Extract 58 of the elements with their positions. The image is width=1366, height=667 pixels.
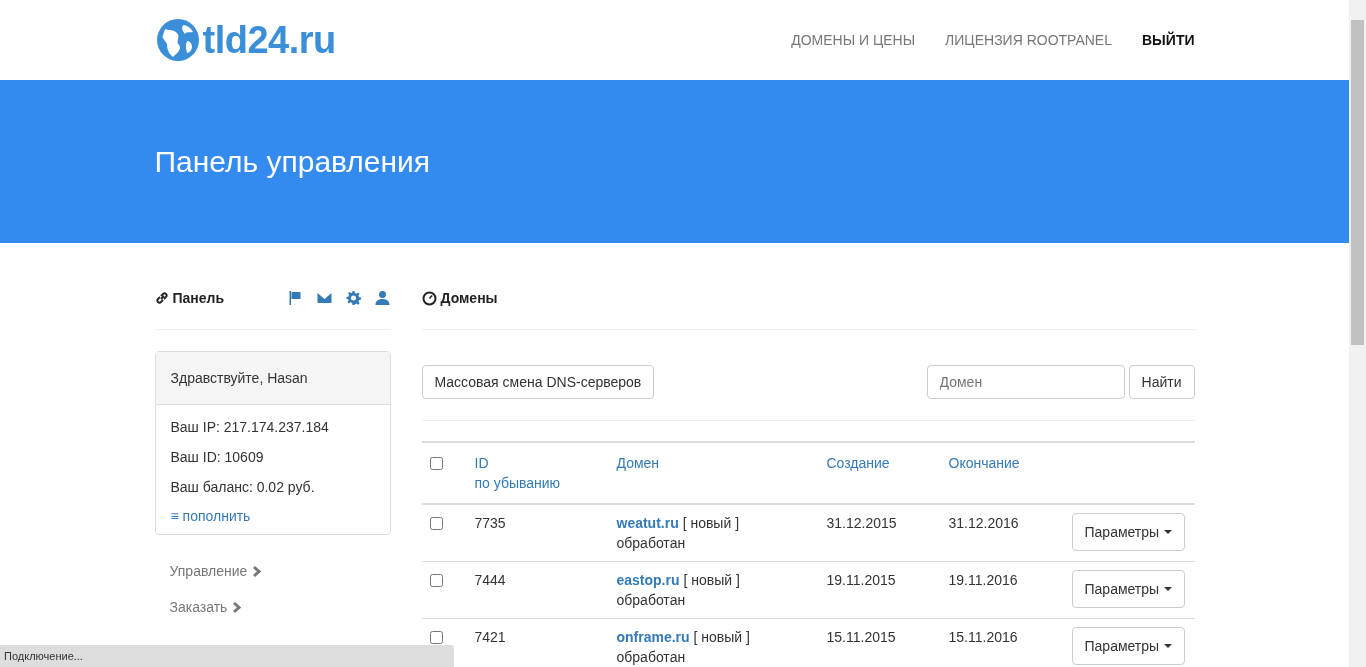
section-title: Панель — [172, 290, 225, 306]
caret-down-icon — [1164, 530, 1173, 534]
chevron-right-icon — [253, 564, 263, 578]
column-header[interactable]: Создание — [826, 455, 890, 471]
column-header[interactable]: ID — [474, 455, 489, 471]
parameters-dropdown-button[interactable]: Параметры — [1071, 570, 1186, 608]
status-tag: [ новый ] — [683, 572, 740, 588]
sort-label[interactable]: по убыванию — [474, 475, 561, 491]
search-button[interactable]: Найти — [1128, 365, 1195, 399]
sidebar-menu-item[interactable]: Заказать — [169, 599, 376, 615]
site-logo[interactable]: tld24.ru — [202, 18, 336, 62]
table-cell: 31.12.2016 — [948, 515, 1019, 531]
parameters-dropdown-button[interactable]: Параметры — [1071, 627, 1186, 665]
user-icon[interactable] — [373, 290, 391, 306]
table-cell: 7421 — [474, 629, 506, 645]
status-text: обработан — [616, 592, 686, 608]
account-info-text: Ваш ID: 10609 — [170, 448, 265, 466]
status-tag: [ новый ] — [693, 629, 750, 645]
nav-link[interactable]: ЛИЦЕНЗИЯ ROOTPANEL — [945, 32, 1112, 48]
domain-search-field[interactable]: Домен — [926, 365, 1125, 399]
nav-link[interactable]: ДОМЕНЫ И ЦЕНЫ — [791, 32, 916, 48]
status-tag: [ новый ] — [682, 515, 740, 531]
chevron-right-icon — [233, 600, 243, 614]
top-up-link[interactable]: ≡ пополнить — [170, 508, 375, 524]
nav-link[interactable]: ВЫЙТИ — [1142, 32, 1195, 48]
link-icon — [154, 291, 169, 305]
table-cell: 15.11.2015 — [826, 629, 896, 645]
row-checkbox[interactable] — [429, 631, 443, 644]
table-cell: 19.11.2016 — [948, 572, 1018, 588]
column-header[interactable]: Окончание — [948, 455, 1020, 471]
table-cell: 19.11.2015 — [826, 572, 896, 588]
dashboard-icon — [421, 290, 437, 306]
greeting-text: Здравствуйте, Hasan — [155, 352, 390, 405]
sidebar-menu-item[interactable]: Управление — [169, 563, 376, 579]
select-all-checkbox[interactable] — [429, 457, 443, 470]
settings-icon[interactable] — [344, 290, 362, 306]
domain-link[interactable]: onframe.ru — [616, 629, 690, 645]
domain-link[interactable]: weatut.ru — [616, 515, 679, 531]
parameters-dropdown-button[interactable]: Параметры — [1071, 513, 1186, 551]
section-title: Домены — [440, 290, 498, 306]
row-checkbox[interactable] — [429, 517, 443, 530]
table-cell: 7444 — [474, 572, 506, 588]
account-info-text: Ваш IP: 217.174.237.184 — [170, 418, 330, 436]
caret-down-icon — [1164, 587, 1173, 591]
account-info-text: Ваш баланс: 0.02 руб. — [170, 478, 316, 496]
domain-link[interactable]: eastop.ru — [616, 572, 680, 588]
caret-down-icon — [1164, 644, 1173, 648]
mass-dns-change-button[interactable]: Массовая смена DNS-серверов — [421, 365, 655, 399]
page-title: Панель управления — [154, 144, 432, 179]
column-header[interactable]: Домен — [616, 455, 660, 471]
row-checkbox[interactable] — [429, 574, 443, 587]
table-cell: 31.12.2015 — [826, 515, 897, 531]
status-bar: Подключение... — [0, 645, 454, 667]
globe-logo-icon — [154, 17, 201, 63]
status-text: обработан — [616, 649, 686, 665]
status-text: обработан — [616, 535, 686, 551]
table-cell: 15.11.2016 — [948, 629, 1018, 645]
table-cell: 7735 — [474, 515, 506, 531]
